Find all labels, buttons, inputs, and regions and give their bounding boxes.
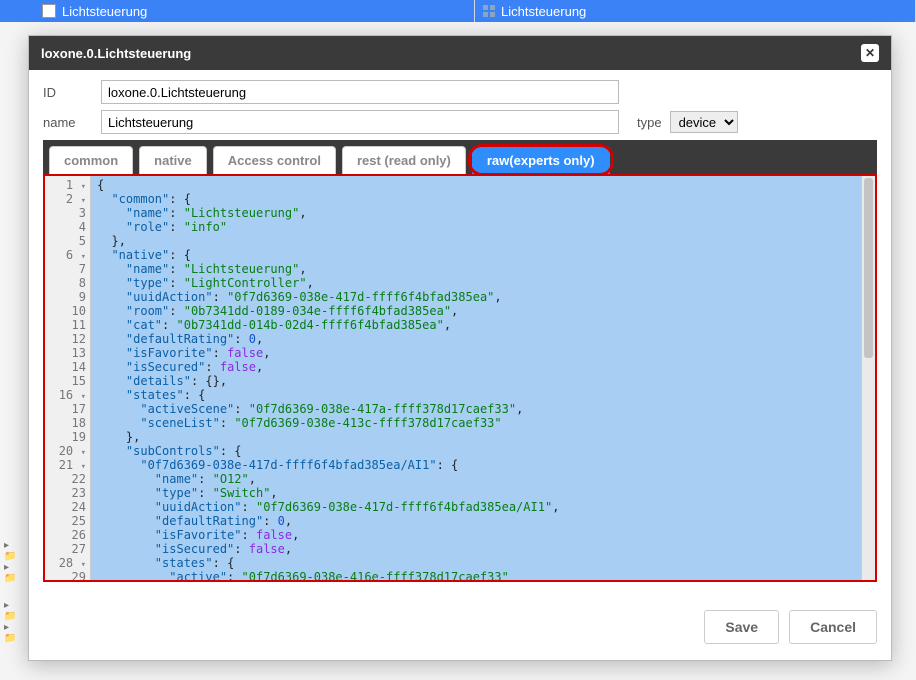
background-tree: Lichtsteuerung Lichtsteuerung xyxy=(0,0,916,30)
id-input[interactable] xyxy=(101,80,619,104)
close-button[interactable]: ✕ xyxy=(861,44,879,62)
tab-native[interactable]: native xyxy=(139,146,207,174)
tab-raw[interactable]: raw(experts only) xyxy=(472,146,610,174)
name-input[interactable] xyxy=(101,110,619,134)
tab-access-control[interactable]: Access control xyxy=(213,146,336,174)
tree-expander-icon[interactable]: ▸ 📁 xyxy=(4,622,16,644)
editor-gutter: 1 ▾2 ▾3456 ▾78910111213141516 ▾17181920 … xyxy=(45,176,91,580)
close-icon: ✕ xyxy=(865,46,875,60)
tree-expander-icon[interactable]: ▸ 📁 xyxy=(4,562,16,584)
tree-item-label: Lichtsteuerung xyxy=(62,4,147,19)
tree-expander-icon[interactable]: ▸ 📁 xyxy=(4,540,16,562)
name-label: name xyxy=(43,115,93,130)
grid-icon xyxy=(483,5,495,17)
type-label: type xyxy=(637,115,662,130)
dialog-footer: Save Cancel xyxy=(29,596,891,660)
save-button[interactable]: Save xyxy=(704,610,779,644)
scrollbar-thumb[interactable] xyxy=(864,178,873,358)
tree-row-selected[interactable]: Lichtsteuerung Lichtsteuerung xyxy=(0,0,916,22)
editor-scrollbar[interactable] xyxy=(861,176,875,580)
id-label: ID xyxy=(43,85,93,100)
type-select[interactable]: device xyxy=(670,111,738,133)
cancel-button[interactable]: Cancel xyxy=(789,610,877,644)
tabs-bar: common native Access control rest (read … xyxy=(43,140,877,174)
document-icon xyxy=(42,4,56,18)
dialog-title: loxone.0.Lichtsteuerung xyxy=(41,46,191,61)
dialog-header[interactable]: loxone.0.Lichtsteuerung ✕ xyxy=(29,36,891,70)
tree-expander-icon[interactable]: ▸ 📁 xyxy=(4,600,16,622)
editor-code[interactable]: { "common": { "name": "Lichtsteuerung", … xyxy=(91,176,875,580)
tree-item-label-right: Lichtsteuerung xyxy=(501,4,586,19)
object-editor-dialog: loxone.0.Lichtsteuerung ✕ ID name type d… xyxy=(28,35,892,661)
json-editor[interactable]: 1 ▾2 ▾3456 ▾78910111213141516 ▾17181920 … xyxy=(43,174,877,582)
tab-common[interactable]: common xyxy=(49,146,133,174)
tab-rest[interactable]: rest (read only) xyxy=(342,146,466,174)
